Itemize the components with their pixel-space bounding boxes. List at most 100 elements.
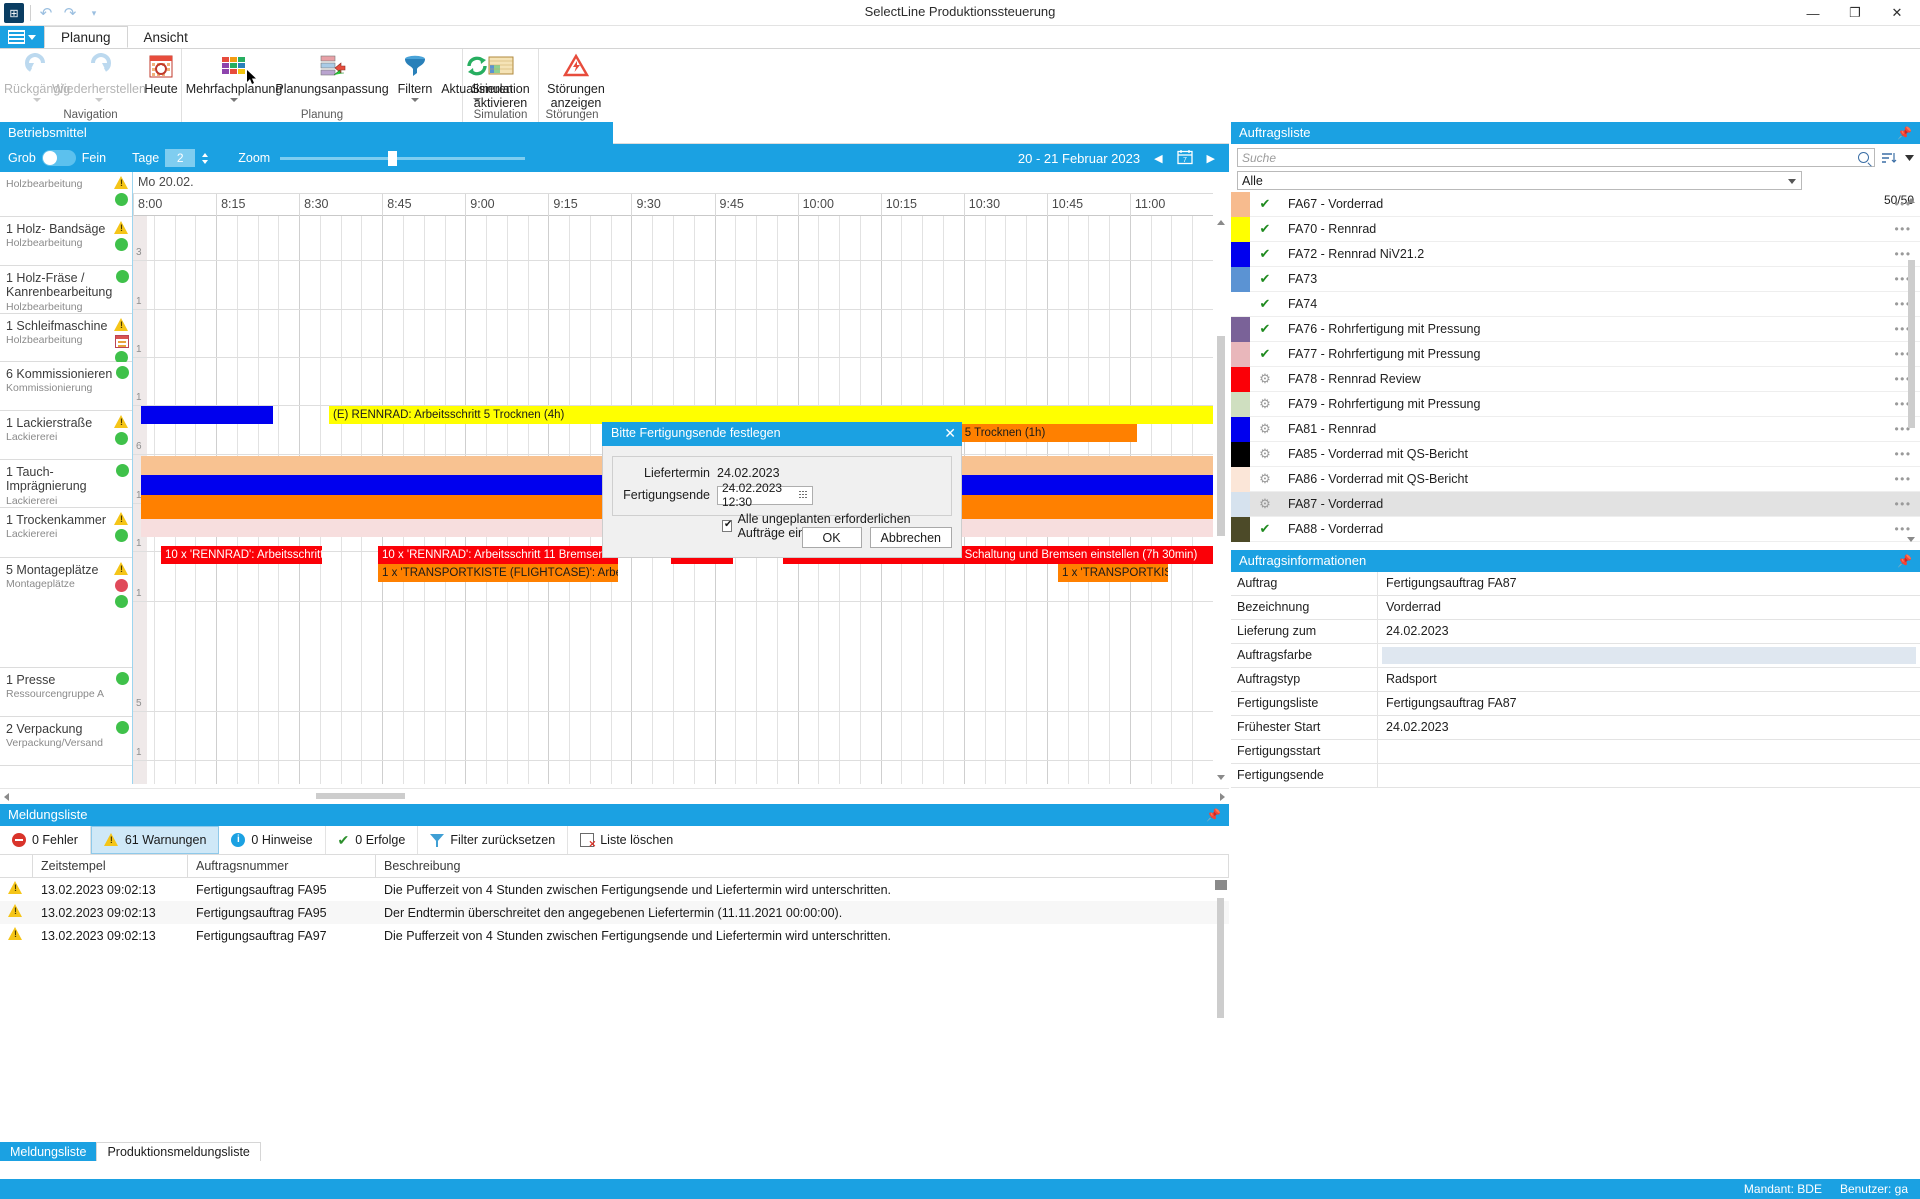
search-icon[interactable]	[1858, 152, 1869, 163]
close-button[interactable]: ✕	[1876, 0, 1918, 26]
order-row[interactable]: ⚙ FA87 - Vorderrad •••	[1231, 491, 1920, 517]
tab-ansicht[interactable]: Ansicht	[128, 26, 204, 48]
resource-row[interactable]: 1 Lackierstraße Lackiererei	[0, 411, 132, 460]
order-row[interactable]: ✔ FA77 - Rohrfertigung mit Pressung •••	[1231, 341, 1920, 367]
resource-row[interactable]: 2 Verpackung Verpackung/Versand	[0, 717, 132, 766]
scroll-thumb[interactable]	[1217, 336, 1225, 536]
scroll-down-arrow[interactable]	[1217, 775, 1225, 780]
order-row[interactable]: ✔ FA73 •••	[1231, 266, 1920, 292]
close-icon[interactable]: ✕	[944, 425, 956, 441]
ribbon-button-stoerungen-anzeigen[interactable]: Störungen anzeigen	[545, 51, 607, 111]
scroll-down-arrow[interactable]	[1907, 537, 1915, 542]
gantt-bar[interactable]: 10 x 'RENNRAD': Arbeitsschritt 11 Bremse…	[378, 546, 618, 564]
order-row[interactable]: ✔ FA67 - Vorderrad •••	[1231, 192, 1920, 217]
message-row[interactable]: 13.02.2023 09:02:13 Fertigungsauftrag FA9…	[0, 901, 1229, 924]
tab-produktionsmeldungsliste[interactable]: Produktionsmeldungsliste	[96, 1142, 261, 1161]
order-row[interactable]: ✔ FA70 - Rennrad •••	[1231, 216, 1920, 242]
message-scrollbar[interactable]	[1215, 880, 1227, 1100]
pin-icon[interactable]: 📌	[1897, 554, 1912, 568]
pin-icon[interactable]: 📌	[1206, 808, 1221, 822]
scroll-left-arrow[interactable]	[4, 793, 9, 801]
resource-row[interactable]: 6 Kommissionieren Kommissionierung	[0, 362, 132, 411]
scroll-thumb[interactable]	[1908, 260, 1915, 428]
order-list-rows[interactable]: ✔ FA67 - Vorderrad ••• ✔ FA70 - Rennrad ••• ✔ F…	[1231, 192, 1920, 548]
resource-row[interactable]: 1 Trockenkammer Lackiererei	[0, 508, 132, 558]
gantt-horizontal-scrollbar[interactable]	[0, 788, 1229, 802]
tab-meldungsliste[interactable]: Meldungsliste	[0, 1142, 97, 1161]
resource-row[interactable]: 1 Schleifmaschine Holzbearbeitung	[0, 314, 132, 364]
order-row[interactable]: ⚙ FA86 - Vorderrad mit QS-Bericht •••	[1231, 466, 1920, 492]
resource-row[interactable]: 1 Holz-Fräse / Kanrenbearbeitung Holzbear…	[0, 266, 132, 314]
chevron-down-icon[interactable]	[230, 98, 238, 103]
days-stepper[interactable]: Tage 2	[132, 149, 209, 167]
resource-row[interactable]: 1 Tauch-Imprägnierung Lackiererei	[0, 460, 132, 508]
gantt-bar[interactable]: 1 x 'TRANSPORTKISTE (FLIGHTCASE)': Arbei…	[378, 564, 618, 582]
zoom-slider-handle[interactable]	[388, 150, 398, 166]
resource-row[interactable]: 5 Montageplätze Montageplätze	[0, 558, 132, 668]
gantt-bar[interactable]: 10 x 'RENNRAD': Arbeitsschritt 10	[161, 546, 322, 564]
minimize-button[interactable]: —	[1792, 0, 1834, 26]
message-row[interactable]: 13.02.2023 09:02:13 Fertigungsauftrag FA9…	[0, 878, 1229, 901]
filter-fehler[interactable]: 0 Fehler	[0, 826, 91, 854]
resource-row[interactable]: 1 Presse Ressourcengruppe A	[0, 668, 132, 717]
order-list-scrollbar[interactable]	[1906, 196, 1918, 544]
pin-icon[interactable]: 📌	[1897, 126, 1912, 140]
scroll-right-arrow[interactable]	[1220, 793, 1225, 801]
maximize-button[interactable]: ❐	[1834, 0, 1876, 26]
scroll-up-arrow[interactable]	[1907, 198, 1915, 203]
gantt-bar[interactable]	[141, 406, 273, 424]
order-row[interactable]: ✔ FA74 •••	[1231, 292, 1920, 317]
app-menu-button[interactable]	[0, 26, 44, 48]
zoom-slider[interactable]	[280, 150, 526, 166]
filter-hinweise[interactable]: i 0 Hinweise	[219, 826, 326, 854]
scroll-thumb[interactable]	[316, 793, 405, 799]
chevron-down-icon[interactable]	[411, 98, 419, 103]
resource-row[interactable]: 1 Holz- Bandsäge Holzbearbeitung	[0, 217, 132, 266]
chevron-down-icon[interactable]	[33, 98, 41, 103]
column-header-auftragsnummer[interactable]: Auftragsnummer	[188, 855, 376, 877]
scroll-thumb[interactable]	[1217, 898, 1224, 1018]
clear-list-button[interactable]: Liste löschen	[568, 826, 685, 854]
days-spinner-arrows[interactable]	[202, 152, 209, 164]
scroll-up-arrow[interactable]	[1217, 220, 1225, 225]
order-row[interactable]: ⚙ FA78 - Rennrad Review •••	[1231, 366, 1920, 392]
column-header-zeitstempel[interactable]: Zeitstempel	[33, 855, 188, 877]
tab-planung[interactable]: Planung	[44, 26, 128, 48]
gantt-bar[interactable]: 1 x 'TRANSPORTKISTE	[1058, 564, 1168, 582]
picker-grip-icon[interactable]	[799, 490, 808, 501]
ribbon-button-filtern[interactable]: Filtern	[384, 51, 446, 103]
order-row[interactable]: ✔ FA76 - Rohrfertigung mit Pressung •••	[1231, 316, 1920, 342]
filter-warnungen[interactable]: 61 Warnungen	[90, 826, 220, 854]
gantt-vertical-scrollbar[interactable]	[1213, 216, 1229, 784]
ok-button[interactable]: OK	[801, 527, 862, 548]
prev-period-button[interactable]: ◀	[1154, 152, 1162, 165]
chevron-down-icon[interactable]	[95, 98, 103, 103]
ribbon-button-mehrfachplanung[interactable]: Mehrfachplanung	[186, 51, 282, 103]
resource-row[interactable]: Holzbearbeitung	[0, 172, 132, 217]
granularity-toggle[interactable]: Grob Fein	[8, 150, 106, 166]
order-row[interactable]: ✔ FA88 - Vorderrad •••	[1231, 516, 1920, 542]
sort-icon[interactable]	[1880, 148, 1899, 167]
order-row[interactable]: ⚙ FA85 - Vorderrad mit QS-Bericht •••	[1231, 441, 1920, 467]
message-row[interactable]: 13.02.2023 09:02:13 Fertigungsauftrag FA9…	[0, 924, 1229, 947]
filter-erfolge[interactable]: ✔ 0 Erfolge	[326, 826, 419, 854]
next-period-button[interactable]: ▶	[1207, 152, 1215, 165]
zoom-control[interactable]: Zoom	[238, 150, 526, 166]
cancel-button[interactable]: Abbrechen	[869, 527, 952, 548]
chevron-down-icon[interactable]	[1904, 148, 1914, 167]
order-row[interactable]: ✔ FA72 - Rennrad NiV21.2 •••	[1231, 241, 1920, 267]
search-input[interactable]: Suche	[1237, 148, 1875, 167]
fertigungsende-input[interactable]: 24.02.2023 12:30	[717, 481, 813, 509]
toggle-switch[interactable]	[41, 150, 76, 166]
message-rows[interactable]: 13.02.2023 09:02:13 Fertigungsauftrag FA9…	[0, 878, 1229, 947]
column-header-icon[interactable]	[0, 855, 33, 877]
order-row[interactable]: ⚙ FA81 - Rennrad •••	[1231, 416, 1920, 442]
reset-filter-button[interactable]: Filter zurücksetzen	[418, 826, 569, 854]
ribbon-button-simulation-aktivieren[interactable]: Simulation aktivieren	[469, 51, 532, 111]
einplanen-checkbox[interactable]	[722, 519, 732, 532]
order-row[interactable]: ⚙ FA79 - Rohrfertigung mit Pressung •••	[1231, 391, 1920, 417]
chevron-down-icon[interactable]	[1788, 179, 1796, 184]
calendar-icon[interactable]: 7	[1176, 149, 1193, 168]
column-header-beschreibung[interactable]: Beschreibung	[376, 855, 1229, 877]
ribbon-button-wiederherstellen[interactable]: Wiederherstellen	[52, 51, 146, 103]
